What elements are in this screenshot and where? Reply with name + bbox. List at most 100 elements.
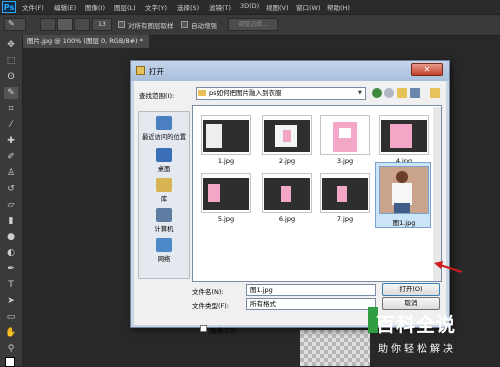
view-menu-icon[interactable]: [410, 88, 420, 98]
zoom-tool-icon[interactable]: ⚲: [4, 343, 18, 355]
vertical-scrollbar[interactable]: [433, 107, 441, 281]
sample-all-layers-checkbox[interactable]: [118, 21, 125, 28]
thumbnail-image: [320, 173, 370, 213]
file-name: 2.jpg: [278, 157, 296, 165]
blur-tool-icon[interactable]: ●: [4, 231, 18, 243]
crop-tool-icon[interactable]: ⌗: [4, 103, 18, 115]
file-thumbnail-3[interactable]: 3.jpg: [317, 112, 373, 168]
sample-all-layers-label: 对所有图层取样: [128, 22, 174, 30]
thumbnail-image: [262, 173, 312, 213]
look-in-label: 查找范围(I):: [139, 92, 175, 100]
close-button[interactable]: ✕: [411, 63, 443, 76]
recent-places-icon: [156, 116, 172, 130]
folder-icon[interactable]: [430, 88, 440, 98]
toolbox: ✥ ⬚ ʘ ✎ ⌗ ⁄ ✚ ✐ ♙ ↺ ▱ ▮ ● ◐ ✒ T ➤ ▭ ✋ ⚲: [0, 35, 23, 367]
menu-view[interactable]: 视图(V): [266, 2, 289, 12]
dialog-titlebar: 打开 ✕: [131, 61, 449, 81]
file-name: 5.jpg: [217, 215, 235, 223]
menu-window[interactable]: 窗口(W): [296, 2, 321, 12]
auto-enhance-label: 自动增强: [191, 22, 217, 30]
menu-file[interactable]: 文件(F): [22, 2, 44, 12]
back-icon[interactable]: [372, 88, 382, 98]
healing-brush-tool-icon[interactable]: ✚: [4, 135, 18, 147]
file-thumbnail-selected[interactable]: 图1.jpg: [375, 162, 431, 228]
menu-image[interactable]: 图像(I): [85, 2, 105, 12]
transparent-canvas: [300, 330, 370, 366]
eyedropper-tool-icon[interactable]: ⁄: [4, 119, 18, 131]
menu-layer[interactable]: 图层(L): [114, 2, 136, 12]
dialog-body: 查找范围(I): ps如何把图片融入到衣服 ▼ 最近访问的位置 桌面 库 计算机…: [134, 81, 446, 335]
gradient-tool-icon[interactable]: ▮: [4, 215, 18, 227]
watermark: 百科全说 助你轻松解决: [368, 302, 496, 362]
file-thumbnail-7[interactable]: 7.jpg: [317, 170, 373, 226]
menu-type[interactable]: 文字(Y): [145, 2, 167, 12]
file-thumbnail-5[interactable]: 5.jpg: [198, 170, 254, 226]
menu-bar: Ps 文件(F) 编辑(E) 图像(I) 图层(L) 文字(Y) 选择(S) 滤…: [0, 0, 500, 14]
menu-help[interactable]: 帮助(H): [327, 2, 350, 12]
new-selection-button[interactable]: [40, 18, 56, 31]
place-computer[interactable]: 计算机: [139, 208, 189, 233]
filename-field[interactable]: 图1.jpg: [246, 284, 376, 296]
history-brush-tool-icon[interactable]: ↺: [4, 183, 18, 195]
annotation-arrow-icon: [434, 261, 463, 273]
pen-tool-icon[interactable]: ✒: [4, 263, 18, 275]
desktop-icon: [156, 148, 172, 162]
dialog-title: 打开: [149, 67, 164, 76]
file-name: 7.jpg: [336, 215, 354, 223]
new-folder-icon[interactable]: [397, 88, 407, 98]
filename-label: 文件名(N):: [192, 288, 224, 296]
filetype-dropdown[interactable]: 所有格式: [246, 298, 376, 310]
place-network[interactable]: 网络: [139, 238, 189, 263]
rectangle-tool-icon[interactable]: ▭: [4, 311, 18, 323]
menu-select[interactable]: 选择(S): [177, 2, 199, 12]
brush-icon: ✎: [8, 19, 15, 28]
document-tab[interactable]: 图片.jpg @ 100% (图层 0, RGB/8#) *: [23, 35, 149, 48]
file-list-view: 1.jpg 2.jpg 3.jpg 4.jpg 5.jpg 6.jpg 7.jp…: [192, 105, 442, 282]
path-selection-tool-icon[interactable]: ➤: [4, 295, 18, 307]
move-tool-icon[interactable]: ✥: [4, 39, 18, 51]
place-label: 网络: [157, 256, 171, 263]
menu-edit[interactable]: 编辑(E): [54, 2, 76, 12]
menu-3d[interactable]: 3D(D): [240, 2, 259, 10]
place-recent[interactable]: 最近访问的位置: [139, 116, 189, 141]
eraser-tool-icon[interactable]: ▱: [4, 199, 18, 211]
auto-enhance-checkbox[interactable]: [181, 21, 188, 28]
up-folder-icon[interactable]: [384, 88, 394, 98]
place-desktop[interactable]: 桌面: [139, 148, 189, 173]
file-name: 1.jpg: [217, 157, 235, 165]
file-thumbnail-4[interactable]: 4.jpg: [376, 112, 432, 168]
open-button[interactable]: 打开(O): [382, 283, 440, 296]
folder-icon: [198, 90, 206, 96]
filetype-label: 文件类型(F):: [192, 302, 230, 310]
file-name: 6.jpg: [278, 215, 296, 223]
brush-size-picker[interactable]: 13: [92, 18, 112, 31]
open-dialog: 打开 ✕ 查找范围(I): ps如何把图片融入到衣服 ▼ 最近访问的位置 桌面 …: [130, 60, 450, 335]
quick-selection-tool-icon[interactable]: ✎: [4, 87, 18, 99]
hand-tool-icon[interactable]: ✋: [4, 327, 18, 339]
place-label: 库: [160, 196, 168, 203]
thumbnail-image: [201, 173, 251, 213]
add-selection-button[interactable]: [57, 18, 73, 31]
menu-filter[interactable]: 滤镜(T): [209, 2, 231, 12]
thumbnail-image: [320, 115, 370, 155]
file-name: 图1.jpg: [392, 219, 416, 227]
file-thumbnail-6[interactable]: 6.jpg: [259, 170, 315, 226]
type-tool-icon[interactable]: T: [4, 279, 18, 291]
file-name: 3.jpg: [336, 157, 354, 165]
place-libraries[interactable]: 库: [139, 178, 189, 203]
file-thumbnail-2[interactable]: 2.jpg: [259, 112, 315, 168]
tool-preset-picker[interactable]: ✎: [4, 18, 26, 31]
marquee-tool-icon[interactable]: ⬚: [4, 55, 18, 67]
clone-stamp-tool-icon[interactable]: ♙: [4, 167, 18, 179]
file-thumbnail-1[interactable]: 1.jpg: [198, 112, 254, 168]
refine-edge-button[interactable]: 调整边缘...: [228, 18, 278, 31]
subtract-selection-button[interactable]: [74, 18, 90, 31]
image-sequence-checkbox[interactable]: [200, 325, 207, 332]
dodge-tool-icon[interactable]: ◐: [4, 247, 18, 259]
libraries-icon: [156, 178, 172, 192]
look-in-dropdown[interactable]: ps如何把图片融入到衣服: [196, 87, 366, 100]
network-icon: [156, 238, 172, 252]
brush-tool-icon[interactable]: ✐: [4, 151, 18, 163]
lasso-tool-icon[interactable]: ʘ: [4, 71, 18, 83]
place-label: 计算机: [154, 226, 174, 233]
